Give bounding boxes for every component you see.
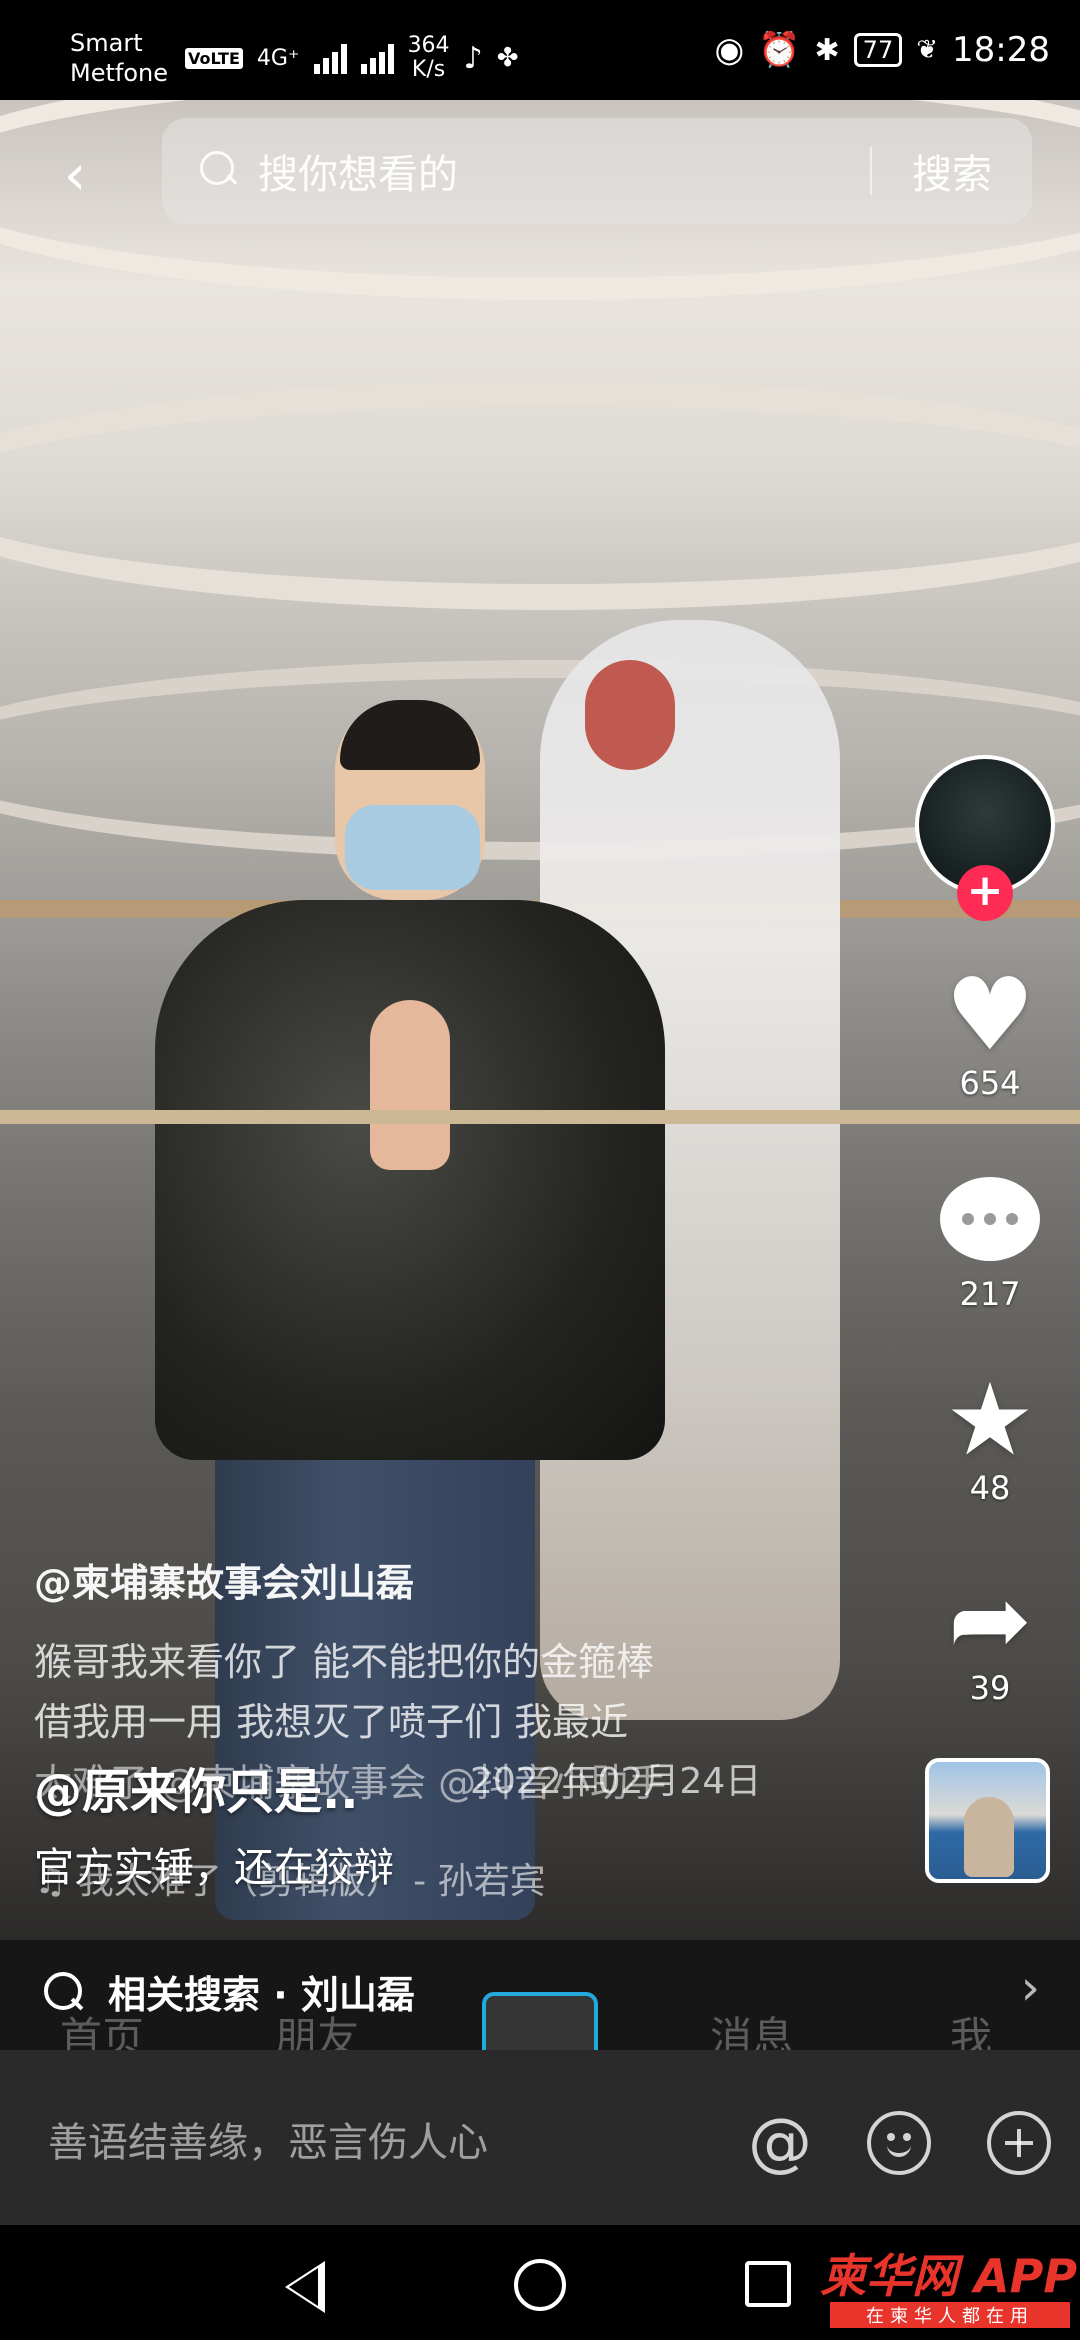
comment-count: 217 xyxy=(959,1275,1021,1313)
comment-icon[interactable] xyxy=(940,1177,1040,1261)
recents-square-icon[interactable] xyxy=(745,2261,791,2307)
status-right: ◉ ⏰ ✱ 77 ❦ 18:28 xyxy=(715,30,1050,70)
signal-icon xyxy=(313,42,347,74)
carrier-label: Smart Metfone xyxy=(70,28,168,88)
comment-input-bar: 善语结善缘，恶言伤人心 @ xyxy=(0,2050,1080,2225)
eye-icon: ◉ xyxy=(714,30,745,70)
description-line-1: 猴哥我来看你了 能不能把你的金箍棒 xyxy=(34,1640,655,1684)
watermark-main: 柬华网 APP xyxy=(820,2249,1078,2303)
smiley-icon xyxy=(867,2111,931,2175)
carrier-bottom: Metfone xyxy=(70,59,168,87)
share-count: 39 xyxy=(969,1669,1011,1707)
watermark-logo: 柬华网 APP 在柬华人都在用 xyxy=(820,2240,1080,2335)
mall-background-ring xyxy=(0,380,1080,610)
search-bar[interactable]: 搜你想看的 搜索 xyxy=(162,118,1032,224)
hair xyxy=(340,700,480,770)
author-name[interactable]: @柬埔寨故事会刘山磊 xyxy=(34,1552,414,1607)
comment-action[interactable]: 217 xyxy=(925,1165,1055,1313)
music-cover-person xyxy=(964,1797,1014,1877)
speed-value: 364 xyxy=(407,33,450,58)
mention-at-icon[interactable]: @ xyxy=(745,2108,815,2178)
battery-icon: 77 xyxy=(853,33,903,67)
tiktok-icon: ♪ xyxy=(463,40,483,76)
alarm-icon: ⏰ xyxy=(758,30,801,70)
chevron-left-icon: ‹ xyxy=(63,142,87,208)
follow-button[interactable]: + xyxy=(957,865,1013,921)
watermark-sub: 在柬华人都在用 xyxy=(830,2302,1070,2328)
railing-front xyxy=(0,1110,1080,1124)
app-notification-icon: ✤ xyxy=(496,43,519,73)
related-search-bar[interactable]: 首页 朋友 消息 我 相关搜索 · 刘山磊 › xyxy=(0,1940,1080,2062)
description-line-2: 借我用一用 我想灭了喷子们 我最近 xyxy=(34,1700,629,1744)
black-jacket xyxy=(155,900,665,1460)
search-button[interactable]: 搜索 xyxy=(872,142,1032,200)
carrier-top: Smart xyxy=(70,29,143,57)
bluetooth-icon: ✱ xyxy=(814,32,840,68)
clock: 18:28 xyxy=(952,30,1050,70)
speed-unit: K/s xyxy=(411,57,446,82)
star-icon[interactable]: ★ xyxy=(925,1365,1055,1475)
search-icon xyxy=(200,151,240,191)
home-circle-icon[interactable] xyxy=(514,2259,566,2311)
network-speed: 364 K/s xyxy=(408,34,450,82)
post-date: 2022年02月24日 xyxy=(470,1761,762,1802)
top-comment-user[interactable]: @原来你只是.. xyxy=(34,1752,358,1822)
emoji-button[interactable] xyxy=(864,2108,934,2178)
plus-circle-icon xyxy=(987,2111,1051,2175)
signal-icon-2 xyxy=(360,42,394,74)
chevron-right-icon[interactable]: › xyxy=(1021,1960,1040,2016)
status-bar: Smart Metfone VoLTE 4G⁺ 364 K/s ♪ ✤ ◉ ⏰ … xyxy=(0,0,1080,100)
volte-badge: VoLTE xyxy=(185,47,243,69)
face-mask xyxy=(345,805,480,890)
add-button[interactable] xyxy=(984,2108,1054,2178)
like-action[interactable]: ♥ 654 xyxy=(925,960,1055,1103)
search-input[interactable]: 搜你想看的 xyxy=(258,142,870,200)
heart-icon[interactable]: ♥ xyxy=(925,960,1055,1070)
video-description: 猴哥我来看你了 能不能把你的金箍棒 借我用一用 我想灭了喷子们 我最近 xyxy=(34,1632,834,1752)
ghost-tab-me: 我 xyxy=(950,2013,993,2050)
share-action[interactable]: ➦ 39 xyxy=(925,1565,1055,1708)
praying-hands xyxy=(370,1000,450,1170)
back-triangle-icon[interactable] xyxy=(285,2261,325,2313)
related-search-label[interactable]: 相关搜索 · 刘山磊 xyxy=(108,1964,415,2019)
music-disc[interactable] xyxy=(925,1758,1050,1883)
top-comment-text: 官方实锤，还在狡辩 xyxy=(34,1845,394,1891)
network-type: 4G⁺ xyxy=(256,45,300,71)
share-arrow-icon[interactable]: ➦ xyxy=(925,1565,1055,1675)
leaf-icon: ❦ xyxy=(916,35,939,65)
back-button[interactable]: ‹ xyxy=(40,140,110,210)
ghost-tab-messages: 消息 xyxy=(710,2013,795,2050)
search-icon xyxy=(44,1972,88,2016)
favorite-action[interactable]: ★ 48 xyxy=(925,1365,1055,1508)
comment-input[interactable]: 善语结善缘，恶言伤人心 xyxy=(48,2110,488,2168)
network-indicators: VoLTE 4G⁺ 364 K/s ♪ ✤ xyxy=(185,34,519,82)
